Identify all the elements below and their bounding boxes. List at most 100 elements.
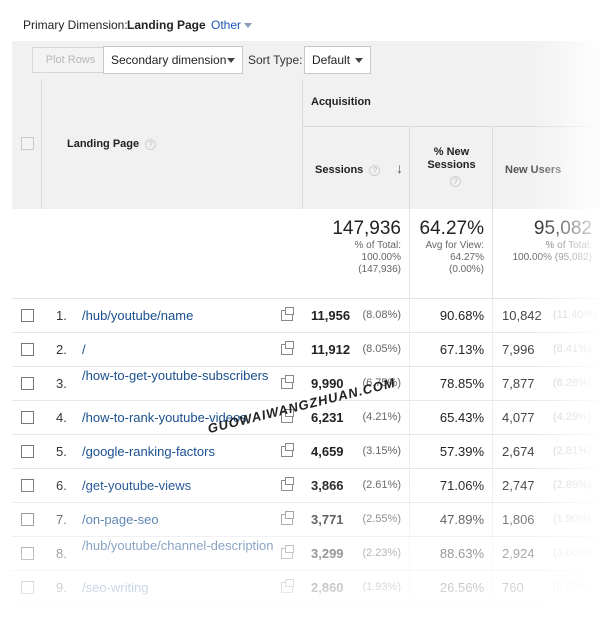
new-sessions-value: 57.39% (439, 444, 484, 459)
landing-page-link[interactable]: /how-to-rank-youtube-videos (82, 410, 278, 425)
new-users-value: 1,806 (502, 512, 535, 527)
sessions-value: 9,990 (311, 376, 344, 391)
sessions-value: 11,956 (311, 308, 351, 323)
header-landing-page[interactable]: Landing Page? (42, 79, 303, 209)
new-sessions-value: 90.68% (439, 308, 484, 323)
sort-descending-icon[interactable]: ↓ (396, 160, 403, 176)
header-checkbox-cell (12, 79, 42, 209)
new-sessions-value: 78.85% (439, 376, 484, 391)
open-external-icon[interactable] (281, 579, 294, 593)
sessions-percent: (6.75%) (362, 377, 401, 389)
secondary-dimension-dropdown[interactable]: Secondary dimension (103, 46, 243, 74)
new-sessions-cell: 67.13% (410, 333, 493, 366)
sessions-cell: 3,771 (2.55%) (303, 503, 410, 536)
header-sessions[interactable]: Sessions? ↓ (303, 127, 410, 209)
totals-sessions-line2: 100.00% (361, 252, 401, 263)
sessions-percent: (1.93%) (362, 581, 401, 593)
totals-new-users-value: 95,082 (533, 218, 592, 239)
sessions-cell: 3,299 (2.23%) (303, 537, 410, 570)
table-toolbar: Plot Rows Secondary dimension Sort Type:… (12, 41, 600, 79)
primary-dimension-landing-page[interactable]: Landing Page (127, 18, 206, 32)
row-checkbox[interactable] (21, 309, 34, 322)
sessions-cell: 3,866 (2.61%) (303, 469, 410, 502)
new-users-percent: (11.40%) (553, 309, 597, 321)
landing-page-link[interactable]: /on-page-seo (82, 512, 278, 527)
table-row[interactable]: 5. /google-ranking-factors 4,659 (3.15%) 57.… (12, 435, 600, 469)
landing-page-link[interactable]: /hub/youtube/channel-description (82, 538, 278, 570)
row-checkbox[interactable] (21, 343, 34, 356)
open-external-icon[interactable] (281, 307, 294, 321)
help-icon[interactable]: ? (369, 164, 381, 176)
landing-page-link[interactable]: /google-ranking-factors (82, 444, 278, 459)
open-external-icon[interactable] (281, 477, 294, 491)
table-row[interactable]: 9. /seo-writing 2,860 (1.93%) 26.56% 760 (0.80… (12, 571, 600, 605)
primary-dimension-other[interactable]: Other (211, 18, 253, 32)
caret-down-icon (227, 58, 235, 63)
open-external-icon[interactable] (281, 443, 294, 457)
new-sessions-cell: 71.06% (410, 469, 493, 502)
row-checkbox[interactable] (21, 513, 34, 526)
totals-row: 147,936 % of Total: 100.00% (147,936) 64… (12, 209, 600, 299)
table-row[interactable]: 1. /hub/youtube/name 11,956 (8.08%) 90.68% 10… (12, 299, 600, 333)
row-checkbox[interactable] (21, 581, 34, 594)
table-row[interactable]: 4. /how-to-rank-youtube-videos 6,231 (4.21%… (12, 401, 600, 435)
table-row[interactable]: 2. / 11,912 (8.05%) 67.13% 7,996 (8.41%) (12, 333, 600, 367)
sessions-cell: 11,912 (8.05%) (303, 333, 410, 366)
new-sessions-value: 47.89% (439, 512, 484, 527)
open-external-icon[interactable] (281, 409, 294, 423)
sessions-percent: (2.55%) (362, 513, 401, 525)
row-checkbox[interactable] (21, 445, 34, 458)
row-checkbox[interactable] (21, 547, 34, 560)
sessions-cell: 9,990 (6.75%) (303, 367, 410, 400)
header-new-sessions[interactable]: % New Sessions ? (410, 127, 493, 209)
totals-new-sessions-line2: 64.27% (450, 252, 484, 263)
sessions-percent: (8.08%) (362, 309, 401, 321)
new-users-value: 7,877 (502, 376, 535, 391)
totals-sessions: 147,936 % of Total: 100.00% (147,936) (303, 209, 410, 299)
table-row[interactable]: 7. /on-page-seo 3,771 (2.55%) 47.89% 1,806 (1.… (12, 503, 600, 537)
sessions-value: 3,866 (311, 478, 344, 493)
landing-page-link[interactable]: /get-youtube-views (82, 478, 278, 493)
sessions-value: 4,659 (311, 444, 344, 459)
table-row[interactable]: 3. /how-to-get-youtube-subscribers 9,990 (6… (12, 367, 600, 401)
header-new-users[interactable]: New Users (493, 127, 600, 209)
landing-page-link[interactable]: /hub/youtube/name (82, 308, 278, 323)
landing-page-link[interactable]: / (82, 342, 278, 357)
acquisition-header-label: Acquisition (311, 96, 371, 108)
new-users-value: 2,924 (502, 546, 535, 561)
new-sessions-value: 88.63% (439, 546, 484, 561)
totals-new-sessions-line3: (0.00%) (448, 264, 484, 275)
row-number: 8. (56, 546, 67, 561)
new-users-value: 10,842 (502, 308, 542, 323)
row-checkbox[interactable] (21, 479, 34, 492)
totals-new-sessions-value: 64.27% (419, 218, 484, 239)
sort-type-dropdown[interactable]: Default (304, 46, 371, 74)
help-icon[interactable]: ? (145, 138, 157, 150)
row-number: 7. (56, 512, 67, 527)
sessions-cell: 11,956 (8.08%) (303, 299, 410, 332)
help-icon[interactable]: ? (450, 176, 461, 187)
new-sessions-cell: 90.68% (410, 299, 493, 332)
row-checkbox[interactable] (21, 411, 34, 424)
new-sessions-value: 65.43% (439, 410, 484, 425)
new-users-header-label: New Users (505, 164, 562, 176)
row-checkbox[interactable] (21, 377, 34, 390)
new-users-value: 2,747 (502, 478, 535, 493)
sessions-header-label: Sessions? (315, 164, 381, 176)
table-row[interactable]: 8. /hub/youtube/channel-description 3,299 (… (12, 537, 600, 571)
plot-rows-button[interactable]: Plot Rows (32, 47, 109, 73)
sort-type-label: Sort Type: (248, 53, 303, 67)
table-row[interactable]: 6. /get-youtube-views 3,866 (2.61%) 71.06% 2,… (12, 469, 600, 503)
landing-page-link[interactable]: /seo-writing (82, 580, 278, 595)
open-external-icon[interactable] (281, 375, 294, 389)
landing-page-link[interactable]: /how-to-get-youtube-subscribers (82, 368, 278, 400)
sessions-header-text: Sessions (315, 164, 364, 176)
open-external-icon[interactable] (281, 341, 294, 355)
sessions-percent: (4.21%) (362, 411, 401, 423)
sessions-percent: (8.05%) (362, 343, 401, 355)
new-users-value: 760 (502, 580, 524, 595)
open-external-icon[interactable] (281, 545, 294, 559)
new-sessions-header-label: % New Sessions (427, 146, 476, 171)
open-external-icon[interactable] (281, 511, 294, 525)
select-all-checkbox[interactable] (21, 137, 34, 150)
